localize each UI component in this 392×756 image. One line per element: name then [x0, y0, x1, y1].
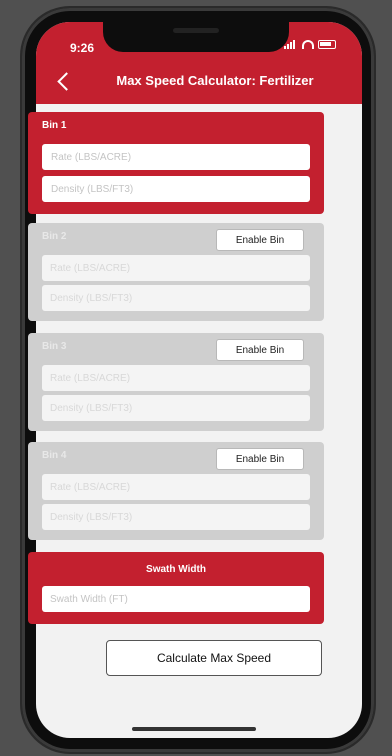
enable-bin-2-button[interactable]: Enable Bin — [216, 229, 304, 251]
bin-3-density-input[interactable]: Density (LBS/FT3) — [42, 395, 310, 421]
enable-bin-3-button[interactable]: Enable Bin — [216, 339, 304, 361]
bin-1-rate-input[interactable]: Rate (LBS/ACRE) — [42, 144, 310, 170]
bin-3-rate-input[interactable]: Rate (LBS/ACRE) — [42, 365, 310, 391]
phone-notch — [103, 22, 289, 52]
status-icons — [284, 40, 336, 49]
calculate-max-speed-button[interactable]: Calculate Max Speed — [106, 640, 322, 676]
bin-2-density-input[interactable]: Density (LBS/FT3) — [42, 285, 310, 311]
home-indicator — [132, 727, 256, 731]
back-icon[interactable] — [52, 69, 74, 93]
swath-width-label: Swath Width — [146, 564, 206, 575]
bin-label: Bin 1 — [42, 120, 67, 131]
bin-4-density-input[interactable]: Density (LBS/FT3) — [42, 504, 310, 530]
bin-label: Bin 4 — [42, 450, 67, 461]
bin-1-card: Bin 1 Rate (LBS/ACRE) Density (LBS/FT3) — [28, 112, 324, 214]
swath-width-input[interactable]: Swath Width (FT) — [42, 586, 310, 612]
battery-icon — [318, 40, 336, 49]
wifi-icon — [302, 40, 314, 49]
bin-3-card: Bin 3 Enable Bin Rate (LBS/ACRE) Density… — [28, 333, 324, 431]
bin-2-card: Bin 2 Enable Bin Rate (LBS/ACRE) Density… — [28, 223, 324, 321]
bin-label: Bin 2 — [42, 231, 67, 242]
bin-2-rate-input[interactable]: Rate (LBS/ACRE) — [42, 255, 310, 281]
page-title: Max Speed Calculator: Fertilizer — [116, 73, 314, 88]
swath-width-card: Swath Width Swath Width (FT) — [28, 552, 324, 624]
status-time: 9:26 — [70, 41, 95, 55]
bin-label: Bin 3 — [42, 341, 67, 352]
bin-1-density-input[interactable]: Density (LBS/FT3) — [42, 176, 310, 202]
bin-4-card: Bin 4 Enable Bin Rate (LBS/ACRE) Density… — [28, 442, 324, 540]
enable-bin-4-button[interactable]: Enable Bin — [216, 448, 304, 470]
bin-4-rate-input[interactable]: Rate (LBS/ACRE) — [42, 474, 310, 500]
